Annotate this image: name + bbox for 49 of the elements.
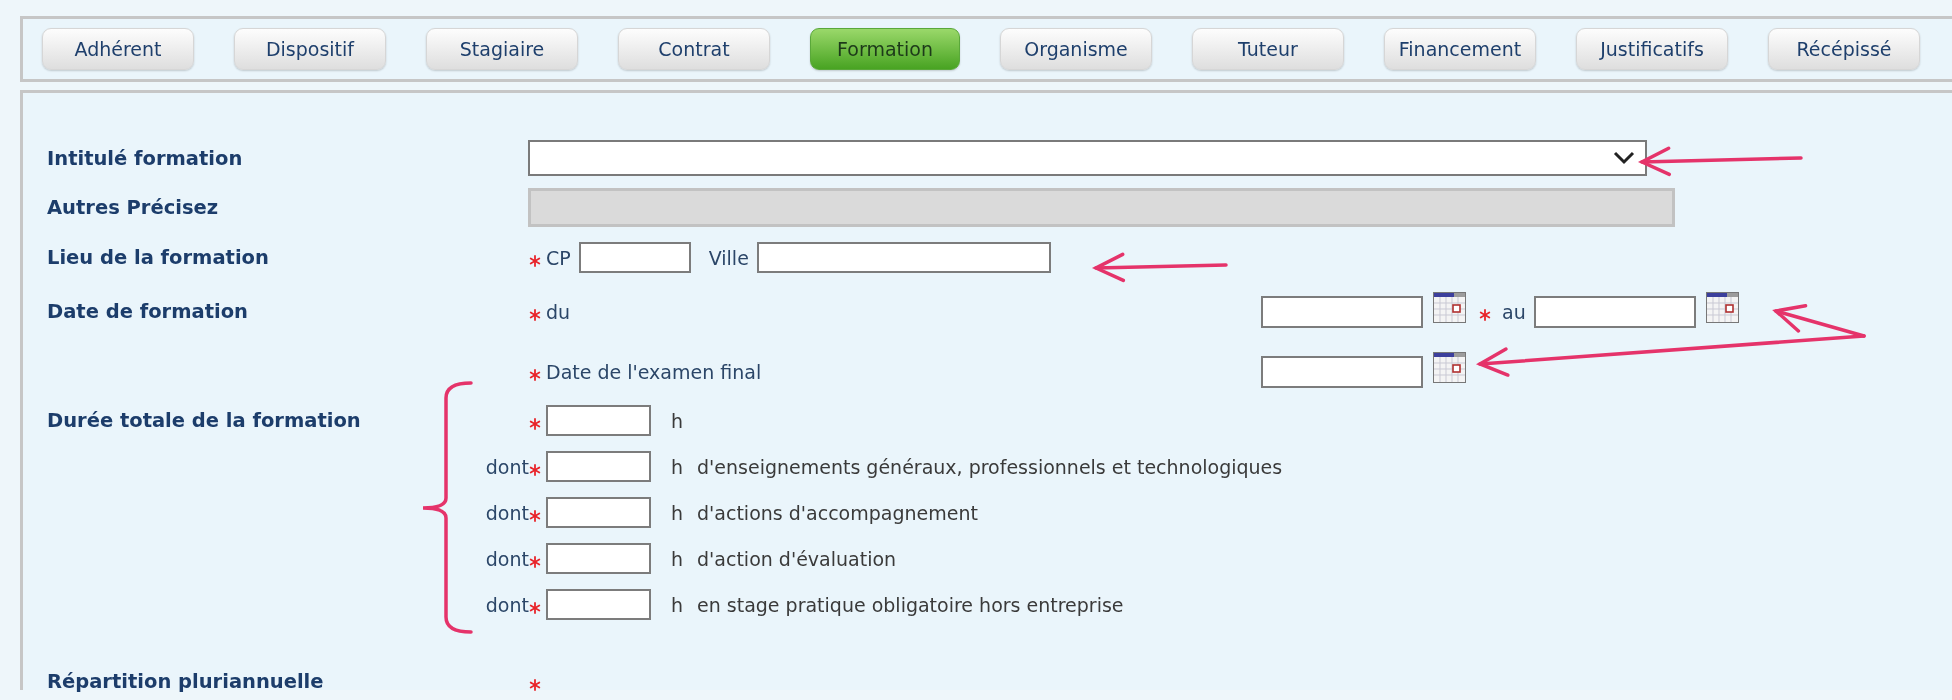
calendar-icon[interactable] [1433, 292, 1466, 323]
field-label: Durée totale de la formation [47, 409, 362, 432]
hours-description: d'enseignements généraux, professionnels et technologiques [697, 455, 1283, 478]
tab[interactable]: Dispositif [234, 28, 386, 70]
field-label: Répartition pluriannuelle [47, 670, 325, 693]
tab[interactable]: Contrat [618, 28, 770, 70]
unit-label: h [671, 455, 684, 478]
prefix-label: dont [485, 547, 529, 570]
tab[interactable]: Stagiaire [426, 28, 578, 70]
city-label: Ville [708, 246, 749, 269]
to-label: au [1502, 300, 1526, 323]
prefix-label: dont [485, 593, 529, 616]
field-label: Date de formation [47, 300, 249, 323]
tab[interactable]: Récépissé [1768, 28, 1920, 70]
calendar-icon[interactable] [1705, 292, 1739, 323]
exam-date-label: Date de l'examen final [546, 360, 762, 383]
date-field[interactable] [1533, 295, 1696, 328]
chevron-down-icon [1613, 151, 1635, 165]
tab[interactable]: Adhérent [42, 28, 194, 70]
unit-label: h [671, 501, 684, 524]
training-select[interactable] [528, 140, 1647, 176]
unit-label: h [671, 409, 684, 432]
date-field[interactable] [1261, 355, 1423, 388]
hours-field[interactable] [546, 497, 651, 528]
from-label: du [546, 300, 571, 323]
tab[interactable]: Formation [810, 28, 960, 70]
city-field[interactable] [756, 242, 1051, 273]
hours-description: d'actions d'accompagnement [697, 501, 978, 524]
hours-field[interactable] [546, 451, 651, 482]
hours-description: en stage pratique obligatoire hors entreprise [697, 593, 1124, 616]
tab[interactable]: Justificatifs [1576, 28, 1728, 70]
postcode-label: CP [546, 246, 571, 269]
prefix-label: dont [485, 455, 529, 478]
hours-field[interactable] [546, 589, 651, 620]
postcode-field[interactable] [578, 242, 691, 273]
field-label: Autres Précisez [47, 196, 220, 219]
unit-label: h [671, 547, 684, 570]
tab[interactable]: Tuteur [1192, 28, 1344, 70]
prefix-label: dont [485, 501, 529, 524]
hours-description: d'action d'évaluation [697, 547, 897, 570]
hours-field[interactable] [546, 543, 651, 574]
field-label: Intitulé formation [47, 146, 244, 170]
hours-field[interactable] [546, 405, 651, 436]
date-field[interactable] [1261, 295, 1423, 328]
tab[interactable]: Financement [1384, 28, 1536, 70]
field-label: Lieu de la formation [47, 246, 270, 269]
tab[interactable]: Organisme [1000, 28, 1152, 70]
calendar-icon[interactable] [1433, 352, 1466, 383]
unit-label: h [671, 593, 684, 616]
